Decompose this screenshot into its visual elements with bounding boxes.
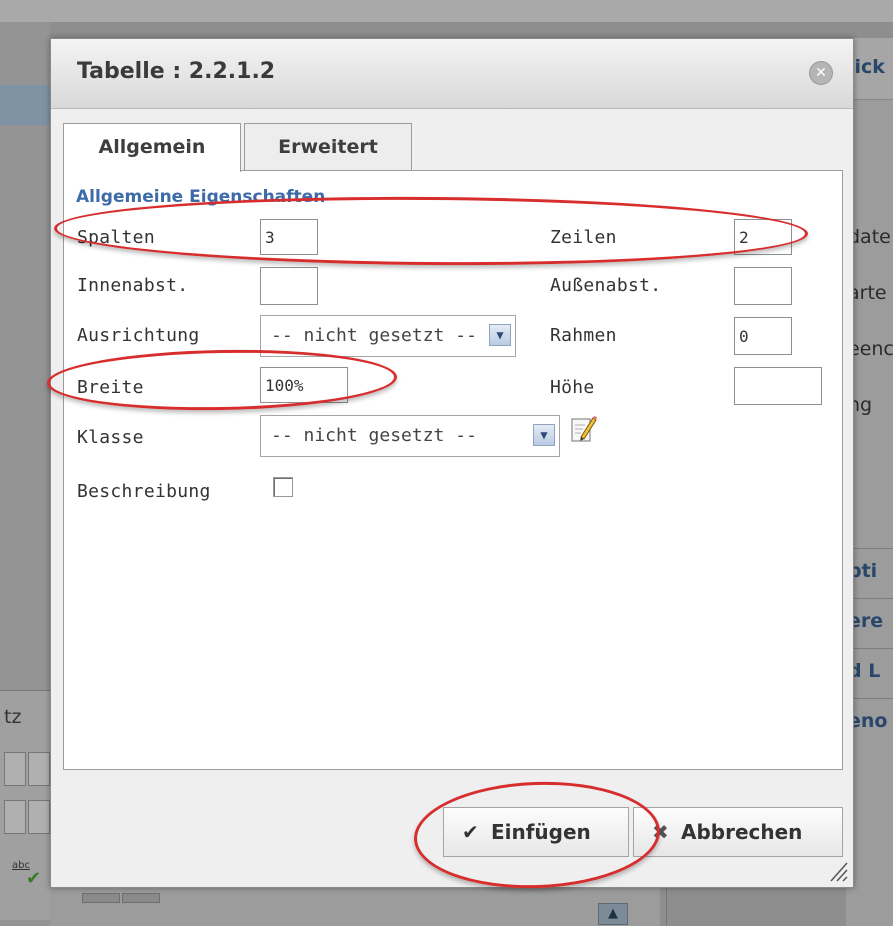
abbrechen-button[interactable]: ✖ Abbrechen bbox=[633, 807, 843, 857]
background-right-text: date bbox=[848, 226, 891, 248]
resize-grip-icon[interactable] bbox=[827, 859, 849, 883]
chevron-down-icon[interactable]: ▼ bbox=[533, 424, 555, 446]
background-mini-button bbox=[82, 893, 120, 903]
klasse-label: Klasse bbox=[77, 427, 144, 448]
aussenabstand-label: Außenabst. bbox=[550, 275, 662, 296]
hoehe-input[interactable] bbox=[734, 367, 822, 405]
ausrichtung-select[interactable]: -- nicht gesetzt -- ▼ bbox=[260, 315, 516, 357]
dialog-titlebar[interactable]: Tabelle : 2.2.1.2 ✕ bbox=[51, 39, 853, 109]
background-divider bbox=[666, 886, 667, 926]
abbrechen-label: Abbrechen bbox=[680, 820, 803, 844]
scroll-up-icon: ▲ bbox=[598, 903, 628, 925]
background-toolbar-button bbox=[4, 800, 26, 834]
tab-erweitert[interactable]: Erweitert bbox=[244, 123, 412, 171]
background-top-bar bbox=[0, 0, 893, 22]
rahmen-input[interactable] bbox=[734, 317, 792, 355]
aussenabstand-input[interactable] bbox=[734, 267, 792, 305]
hoehe-label: Höhe bbox=[550, 377, 595, 398]
background-left-text: tz bbox=[4, 706, 22, 728]
background-bottom-bar bbox=[50, 886, 660, 926]
innenabstand-label: Innenabst. bbox=[77, 275, 189, 296]
zeilen-input[interactable] bbox=[734, 219, 792, 255]
spellcheck-icon: ✔ bbox=[26, 868, 42, 889]
table-properties-dialog: Tabelle : 2.2.1.2 ✕ Allgemein Erweitert … bbox=[50, 38, 854, 888]
innenabstand-input[interactable] bbox=[260, 267, 318, 305]
spalten-label: Spalten bbox=[77, 227, 155, 248]
einfuegen-button[interactable]: ✔ Einfügen bbox=[443, 807, 629, 857]
background-right-text: eenc bbox=[848, 338, 893, 360]
ausrichtung-label: Ausrichtung bbox=[77, 325, 200, 346]
spalten-input[interactable] bbox=[260, 219, 318, 255]
background-toolbar-button bbox=[28, 752, 50, 786]
breite-input[interactable] bbox=[260, 367, 348, 403]
tab-allgemein[interactable]: Allgemein bbox=[63, 123, 241, 172]
breite-label: Breite bbox=[77, 377, 144, 398]
background-toolbar-button bbox=[4, 752, 26, 786]
check-icon: ✔ bbox=[462, 820, 479, 844]
fieldset-legend: Allgemeine Eigenschaften bbox=[76, 187, 326, 207]
klasse-value: -- nicht gesetzt -- bbox=[271, 425, 477, 446]
ausrichtung-value: -- nicht gesetzt -- bbox=[271, 325, 477, 346]
close-icon[interactable]: ✕ bbox=[809, 61, 833, 85]
edit-class-icon[interactable] bbox=[569, 413, 597, 445]
beschreibung-checkbox[interactable] bbox=[273, 477, 293, 497]
dialog-title: Tabelle : 2.2.1.2 bbox=[77, 59, 276, 84]
background-mini-button bbox=[122, 893, 160, 903]
beschreibung-label: Beschreibung bbox=[77, 481, 211, 502]
chevron-down-icon[interactable]: ▼ bbox=[489, 324, 511, 346]
x-icon: ✖ bbox=[652, 820, 669, 844]
einfuegen-label: Einfügen bbox=[490, 820, 591, 844]
klasse-select[interactable]: -- nicht gesetzt -- ▼ bbox=[260, 415, 560, 457]
background-toolbar-button bbox=[28, 800, 50, 834]
rahmen-label: Rahmen bbox=[550, 325, 617, 346]
zeilen-label: Zeilen bbox=[550, 227, 617, 248]
general-properties-panel: Allgemeine Eigenschaften Spalten Zeilen … bbox=[63, 170, 843, 770]
background-left-highlight bbox=[0, 85, 50, 125]
